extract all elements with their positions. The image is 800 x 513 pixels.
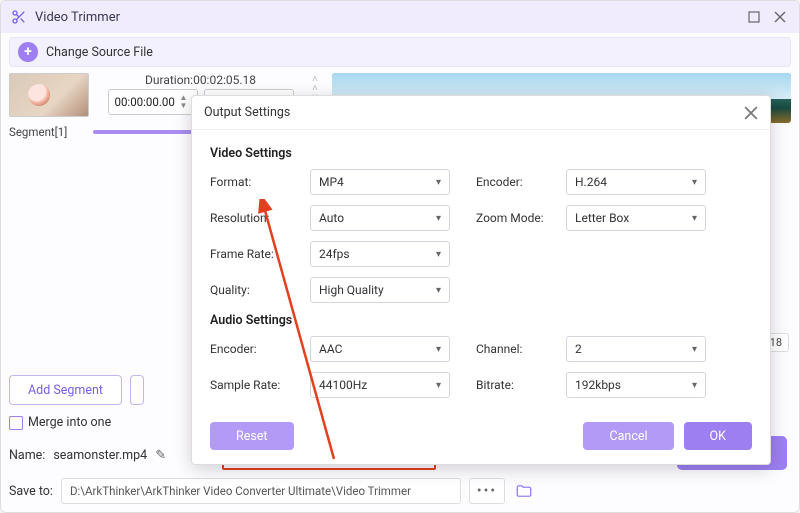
app-window: Video Trimmer + Change Source File Durat…	[0, 0, 800, 513]
reset-button[interactable]: Reset	[210, 422, 294, 450]
change-source-bar[interactable]: + Change Source File	[9, 37, 791, 67]
zoom-mode-label: Zoom Mode:	[476, 211, 566, 225]
edit-name-icon[interactable]: ✎	[155, 448, 166, 463]
dialog-titlebar: Output Settings	[192, 96, 770, 130]
dialog-title: Output Settings	[204, 105, 290, 120]
file-name: seamonster.mp4	[53, 448, 147, 463]
output-settings-dialog: Output Settings Video Settings Format: M…	[191, 95, 771, 465]
caret-down-icon: ▾	[436, 380, 441, 391]
frame-rate-label: Frame Rate:	[210, 247, 310, 261]
format-select[interactable]: MP4▾	[310, 169, 450, 195]
zoom-mode-select[interactable]: Letter Box▾	[566, 205, 706, 231]
audio-encoder-select[interactable]: AAC▾	[310, 336, 450, 362]
frame-rate-select[interactable]: 24fps▾	[310, 241, 450, 267]
duration-label: Duration:00:02:05.18	[145, 73, 256, 87]
titlebar: Video Trimmer	[1, 1, 799, 33]
merge-into-one-checkbox[interactable]: Merge into one	[9, 415, 111, 430]
video-encoder-label: Encoder:	[476, 175, 566, 189]
start-time-input[interactable]: 00:00:00.00 ▲▼	[108, 89, 198, 115]
channel-label: Channel:	[476, 342, 566, 356]
caret-down-icon: ▾	[692, 344, 697, 355]
window-title: Video Trimmer	[35, 10, 737, 25]
caret-down-icon: ▾	[436, 213, 441, 224]
caret-down-icon: ▾	[436, 285, 441, 296]
caret-down-icon: ▾	[436, 344, 441, 355]
video-encoder-select[interactable]: H.264▾	[566, 169, 706, 195]
quality-select[interactable]: High Quality▾	[310, 277, 450, 303]
bitrate-label: Bitrate:	[476, 378, 566, 392]
save-to-label: Save to:	[9, 484, 53, 499]
dialog-close-button[interactable]	[744, 106, 758, 120]
caret-down-icon: ▾	[436, 249, 441, 260]
clip-thumbnail[interactable]	[9, 73, 89, 117]
change-source-label: Change Source File	[46, 45, 153, 60]
name-label: Name:	[9, 448, 45, 463]
start-time-value: 00:00:00.00	[115, 95, 175, 109]
caret-down-icon: ▾	[692, 213, 697, 224]
sample-rate-select[interactable]: 44100Hz▾	[310, 372, 450, 398]
bitrate-select[interactable]: 192kbps▾	[566, 372, 706, 398]
segment-label: Segment[1]	[9, 125, 89, 139]
ok-button[interactable]: OK	[684, 422, 752, 450]
open-folder-icon[interactable]	[513, 480, 535, 502]
browse-more-button[interactable]: •••	[469, 478, 505, 504]
resolution-select[interactable]: Auto▾	[310, 205, 450, 231]
caret-down-icon: ▾	[692, 177, 697, 188]
secondary-button[interactable]	[130, 375, 144, 405]
window-minimize-button[interactable]	[745, 8, 763, 26]
plus-icon: +	[18, 42, 38, 62]
caret-down-icon: ▾	[692, 380, 697, 391]
add-segment-button[interactable]: Add Segment	[9, 375, 122, 405]
video-settings-heading: Video Settings	[210, 146, 752, 161]
format-label: Format:	[210, 175, 310, 189]
start-time-stepper[interactable]: ▲▼	[177, 94, 191, 110]
save-path-input[interactable]: D:\ArkThinker\ArkThinker Video Converter…	[61, 478, 461, 504]
save-to-row: Save to: D:\ArkThinker\ArkThinker Video …	[9, 478, 791, 504]
resolution-label: Resolution:	[210, 211, 310, 225]
channel-select[interactable]: 2▾	[566, 336, 706, 362]
cancel-button[interactable]: Cancel	[583, 422, 673, 450]
scissors-icon	[11, 9, 27, 25]
sample-rate-label: Sample Rate:	[210, 378, 310, 392]
audio-settings-heading: Audio Settings	[210, 313, 752, 328]
quality-label: Quality:	[210, 283, 310, 297]
caret-down-icon: ▾	[436, 177, 441, 188]
window-close-button[interactable]	[771, 8, 789, 26]
audio-encoder-label: Encoder:	[210, 342, 310, 356]
